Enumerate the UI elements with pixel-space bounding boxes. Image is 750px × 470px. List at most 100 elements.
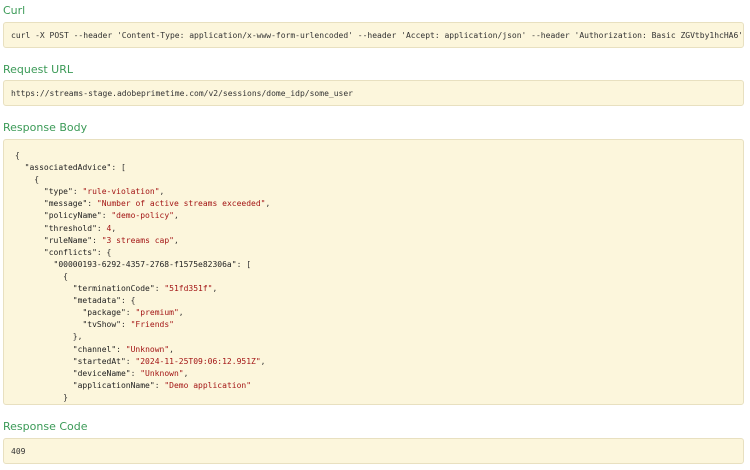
response-code-title: Response Code — [3, 420, 88, 433]
json-punctuation — [15, 369, 73, 378]
request-url-title: Request URL — [3, 63, 74, 76]
response-body-line: "terminationCode": "51fd351f", — [15, 283, 732, 295]
json-value: "Unknown" — [125, 344, 170, 354]
json-key: "terminationCode" — [72, 284, 155, 294]
json-value: "rule-violation" — [82, 187, 160, 197]
response-code: 409 — [11, 446, 26, 456]
json-punctuation: : — [96, 223, 107, 233]
json-punctuation: { — [15, 175, 40, 185]
json-key: "applicationName" — [72, 380, 155, 390]
json-key: "metadata" — [72, 296, 121, 306]
json-key: "conflicts" — [43, 247, 97, 257]
response-body-title: Response Body — [3, 121, 88, 134]
json-punctuation — [15, 308, 82, 317]
response-body-line: "conflicts": { — [15, 247, 732, 259]
json-punctuation — [15, 345, 73, 354]
json-value: "2024-11-25T09:06:12.951Z" — [135, 356, 261, 366]
json-punctuation: : — [87, 199, 97, 209]
json-punctuation — [15, 248, 44, 257]
json-key: "package" — [82, 308, 126, 318]
json-key: "policyName" — [43, 211, 102, 221]
json-punctuation: , — [178, 308, 184, 318]
json-punctuation: : { — [96, 247, 112, 257]
json-punctuation: : — [101, 211, 112, 221]
json-punctuation: : — [130, 368, 141, 378]
response-body-line: "threshold": 4, — [15, 223, 732, 235]
json-punctuation: , — [173, 211, 179, 221]
response-body-line: "startedAt": "2024-11-25T09:06:12.951Z", — [15, 356, 732, 368]
json-punctuation: , — [173, 235, 179, 245]
response-body-line: "channel": "Unknown", — [15, 344, 732, 356]
json-key: "tvShow" — [82, 320, 121, 330]
json-punctuation — [15, 236, 44, 245]
response-body-line: "applicationName": "Demo application" — [15, 380, 732, 392]
json-punctuation — [15, 357, 73, 366]
json-punctuation: : { — [120, 296, 136, 306]
curl-command: curl -X POST --header 'Content-Type: app… — [11, 30, 744, 40]
response-body-line: } — [15, 392, 732, 404]
json-punctuation: : — [116, 344, 126, 354]
response-body-line: { — [15, 150, 732, 162]
json-punctuation: , — [169, 344, 174, 354]
response-body-line: "ruleName": "3 streams cap", — [15, 235, 732, 247]
json-punctuation — [15, 211, 44, 220]
response-code-box[interactable]: 409 — [3, 438, 744, 464]
json-key: "message" — [43, 199, 88, 209]
json-punctuation: , — [183, 368, 189, 378]
json-key: "threshold" — [43, 223, 97, 233]
json-key: "type" — [43, 187, 73, 197]
json-punctuation — [15, 224, 44, 233]
json-value: "51fd351f" — [164, 284, 213, 294]
json-value: "premium" — [135, 308, 179, 318]
json-key: "startedAt" — [72, 356, 126, 366]
response-body-line: "metadata": { — [15, 295, 732, 307]
response-body-line: { — [15, 271, 732, 283]
response-body-line: "tvShow": "Friends" — [15, 319, 732, 331]
json-punctuation — [15, 284, 73, 293]
json-punctuation — [15, 199, 44, 208]
json-punctuation — [15, 381, 73, 390]
response-body-line: "00000193-6292-4357-2768-f1575e82306a": … — [15, 259, 732, 271]
response-body-box[interactable]: { "associatedAdvice": [ { "type": "rule-… — [3, 139, 744, 405]
json-punctuation: }, — [15, 332, 83, 342]
json-punctuation — [15, 187, 44, 196]
json-key: "ruleName" — [43, 235, 93, 245]
response-body-line: "deviceName": "Unknown", — [15, 368, 732, 380]
json-punctuation: : — [92, 235, 102, 245]
json-punctuation: : [ — [236, 259, 252, 269]
json-punctuation: { — [15, 271, 68, 281]
json-punctuation: , — [159, 187, 165, 197]
response-body-line: "policyName": "demo-policy", — [15, 210, 732, 222]
json-punctuation: : — [125, 308, 136, 318]
json-punctuation — [15, 260, 54, 269]
json-value: "Number of active streams exceeded" — [96, 199, 266, 209]
json-punctuation: : — [154, 380, 165, 390]
json-key: "00000193-6292-4357-2768-f1575e82306a" — [53, 259, 237, 269]
json-punctuation — [15, 320, 82, 329]
response-body-line: "package": "premium", — [15, 307, 732, 319]
json-value: "Demo application" — [164, 380, 252, 390]
response-body-line: }, — [15, 331, 732, 343]
json-punctuation: : — [120, 320, 131, 330]
response-body-code: { "associatedAdvice": [ { "type": "rule-… — [4, 140, 743, 404]
response-body-line: "message": "Number of active streams exc… — [15, 198, 732, 210]
json-value: "3 streams cap" — [101, 235, 174, 245]
json-punctuation: , — [111, 223, 117, 233]
json-punctuation: : — [154, 284, 165, 294]
json-punctuation: : [ — [111, 163, 126, 173]
curl-title: Curl — [3, 4, 26, 17]
json-punctuation: , — [260, 356, 266, 366]
request-url-box[interactable]: https://streams-stage.adobeprimetime.com… — [3, 80, 744, 106]
json-punctuation: : — [72, 187, 83, 197]
curl-command-box[interactable]: curl -X POST --header 'Content-Type: app… — [3, 22, 744, 48]
json-punctuation: { — [15, 151, 20, 160]
json-punctuation: , — [212, 284, 218, 294]
json-key: "deviceName" — [72, 368, 131, 378]
request-url: https://streams-stage.adobeprimetime.com… — [11, 88, 353, 98]
json-key: "channel" — [72, 344, 117, 354]
json-value: "demo-policy" — [111, 211, 174, 221]
response-body-line: "type": "rule-violation", — [15, 186, 732, 198]
response-body-line: { — [15, 174, 732, 186]
json-value: "Unknown" — [140, 368, 184, 378]
json-key: "associatedAdvice" — [24, 163, 112, 173]
